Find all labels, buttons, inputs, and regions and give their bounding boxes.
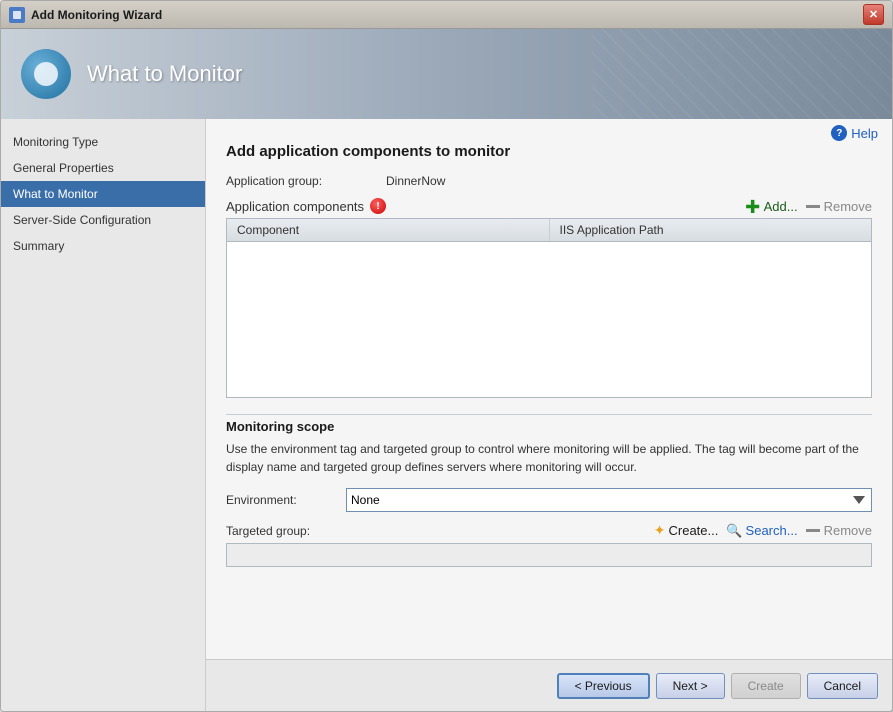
components-actions: ✚ Add... Remove (745, 198, 872, 214)
window-title: Add Monitoring Wizard (31, 8, 863, 22)
sidebar-item-monitoring-type[interactable]: Monitoring Type (1, 129, 205, 155)
table-header: Component IIS Application Path (227, 219, 871, 242)
header-banner: What to Monitor (1, 29, 892, 119)
remove-icon (806, 205, 820, 208)
create-wizard-button[interactable]: Create (731, 673, 801, 699)
window-icon (9, 7, 25, 23)
remove-label: Remove (824, 199, 872, 214)
sidebar-item-summary[interactable]: Summary (1, 233, 205, 259)
environment-select[interactable]: None Production Staging Development Test (346, 488, 872, 512)
scope-description: Use the environment tag and targeted gro… (226, 440, 872, 476)
add-label: Add... (764, 199, 798, 214)
main-window: Add Monitoring Wizard ✕ What to Monitor … (0, 0, 893, 712)
header-title: What to Monitor (87, 61, 242, 87)
create-icon: ✦ (654, 522, 666, 539)
environment-row: Environment: None Production Staging Dev… (226, 488, 872, 512)
title-bar: Add Monitoring Wizard ✕ (1, 1, 892, 29)
sidebar-item-general-properties[interactable]: General Properties (1, 155, 205, 181)
app-group-label: Application group: (226, 174, 386, 188)
header-icon-inner (34, 62, 58, 86)
environment-label: Environment: (226, 493, 346, 507)
sidebar-item-server-side-config[interactable]: Server-Side Configuration (1, 207, 205, 233)
footer-bar: < Previous Next > Create Cancel (206, 659, 892, 711)
next-button[interactable]: Next > (656, 673, 725, 699)
col-component: Component (227, 219, 550, 241)
create-button[interactable]: ✦ Create... (654, 522, 719, 539)
section-title: Add application components to monitor (226, 143, 872, 160)
search-label: Search... (746, 523, 798, 538)
components-header: Application components ! ✚ Add... Remove (226, 198, 872, 214)
content-body: Add application components to monitor Ap… (206, 143, 892, 659)
help-bar: ? Help (206, 119, 892, 143)
app-group-row: Application group: DinnerNow (226, 174, 872, 188)
remove-targeted-label: Remove (824, 523, 872, 538)
components-label: Application components ! (226, 198, 386, 214)
targeted-group-row: Targeted group: ✦ Create... 🔍 Search... (226, 522, 872, 539)
create-label: Create... (669, 523, 719, 538)
add-button[interactable]: ✚ Add... (745, 198, 798, 214)
close-button[interactable]: ✕ (863, 4, 884, 25)
sidebar: Monitoring Type General Properties What … (1, 119, 206, 711)
cancel-button[interactable]: Cancel (807, 673, 878, 699)
add-icon: ✚ (745, 198, 761, 214)
remove-targeted-icon (806, 529, 820, 532)
app-group-value: DinnerNow (386, 174, 445, 188)
remove-components-button[interactable]: Remove (806, 199, 872, 214)
targeted-group-input (226, 543, 872, 567)
error-icon: ! (370, 198, 386, 214)
help-icon: ? (831, 125, 847, 141)
targeted-actions: ✦ Create... 🔍 Search... Remove (654, 522, 872, 539)
scope-title: Monitoring scope (226, 419, 872, 434)
monitoring-scope-section: Monitoring scope Use the environment tag… (226, 414, 872, 567)
col-iis-path: IIS Application Path (550, 219, 872, 241)
remove-targeted-button[interactable]: Remove (806, 523, 872, 538)
header-icon (21, 49, 71, 99)
help-link[interactable]: ? Help (831, 125, 878, 141)
header-bg-pattern (592, 29, 892, 119)
targeted-group-label: Targeted group: (226, 524, 310, 538)
sidebar-item-what-to-monitor[interactable]: What to Monitor (1, 181, 205, 207)
main-content: Monitoring Type General Properties What … (1, 119, 892, 711)
components-label-text: Application components (226, 199, 364, 214)
help-label: Help (851, 126, 878, 141)
search-button[interactable]: 🔍 Search... (726, 523, 797, 539)
components-table: Component IIS Application Path (226, 218, 872, 398)
previous-button[interactable]: < Previous (557, 673, 650, 699)
content-area: ? Help Add application components to mon… (206, 119, 892, 711)
scope-divider (226, 414, 872, 415)
search-icon: 🔍 (726, 523, 742, 539)
